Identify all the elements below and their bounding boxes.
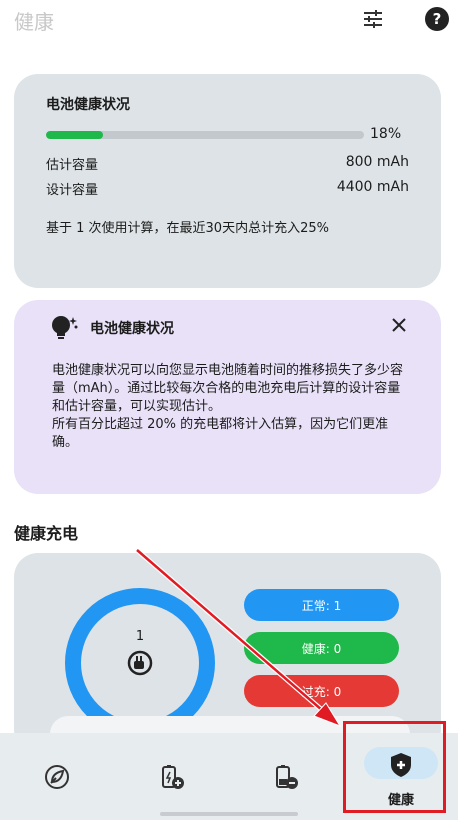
close-icon[interactable] [388, 314, 410, 336]
design-capacity-value: 4400 mAh [336, 179, 409, 195]
battery-minus-icon [228, 763, 342, 791]
calculation-basis-text: 基于 1 次使用计算，在最近30天内总计充入25% [46, 221, 329, 236]
info-card-title: 电池健康状况 [90, 321, 174, 337]
tune-icon[interactable] [360, 6, 386, 32]
charge-count: 1 [135, 629, 145, 644]
overcharge-pill: 过充: 0 [244, 675, 399, 707]
nav-item-leaf[interactable] [0, 733, 114, 820]
healthy-charging-title: 健康充电 [14, 524, 79, 543]
nav-item-charge[interactable] [114, 733, 228, 820]
info-card-body: 电池健康状况可以向您显示电池随着时间的推移损失了多少容量（mAh）。通过比较每次… [52, 363, 404, 450]
battery-plus-icon [114, 763, 228, 791]
estimated-capacity-label: 估计容量 [46, 158, 99, 173]
lightbulb-icon [48, 314, 80, 346]
home-indicator [160, 812, 298, 816]
health-progress-bar [46, 131, 364, 139]
nav-item-discharge[interactable] [228, 733, 342, 820]
estimated-capacity-value: 800 mAh [345, 154, 409, 170]
battery-health-card: 电池健康状况 18% 估计容量 800 mAh 设计容量 4400 mAh 基于… [14, 74, 441, 288]
battery-health-title: 电池健康状况 [46, 97, 130, 113]
design-capacity-label: 设计容量 [46, 183, 99, 198]
health-progress-fill [46, 131, 104, 139]
highlight-box [343, 721, 446, 813]
battery-health-info-card: 电池健康状况 电池健康状况可以向您显示电池随着时间的推移损失了多少容量（mAh）… [14, 300, 441, 494]
normal-charge-pill: 正常: 1 [244, 589, 399, 621]
leaf-icon [0, 763, 114, 791]
svg-text:?: ? [433, 10, 442, 28]
charging-plug-icon [126, 649, 154, 681]
help-icon[interactable]: ? [424, 6, 450, 32]
health-percent: 18% [370, 126, 402, 142]
page-title: 健康 [14, 10, 54, 34]
healthy-charge-pill: 健康: 0 [244, 632, 399, 664]
